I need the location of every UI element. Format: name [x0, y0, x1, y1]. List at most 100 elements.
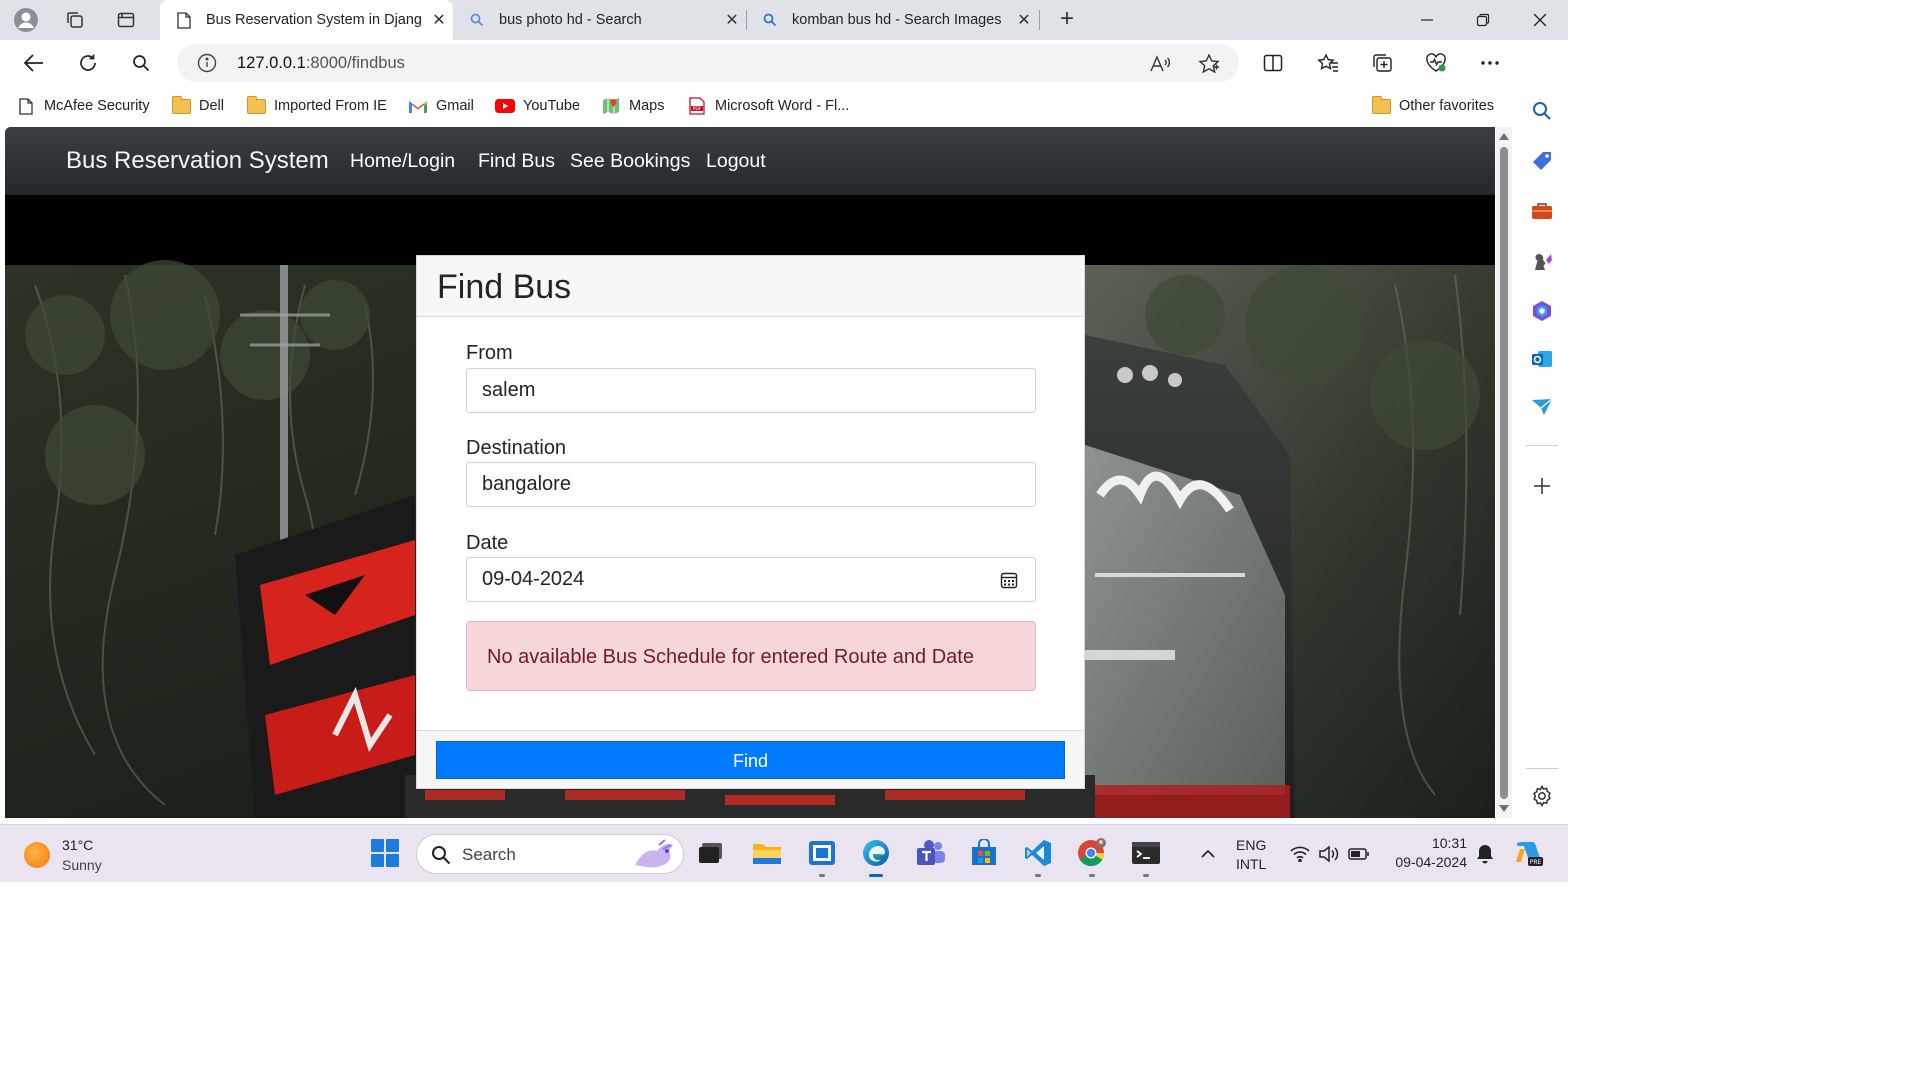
browser-essentials-icon[interactable]: [1420, 47, 1452, 79]
site-brand[interactable]: Bus Reservation System: [66, 147, 329, 175]
favorite-label: Microsoft Word - Fl...: [715, 98, 850, 114]
destination-input[interactable]: bangalore: [466, 462, 1036, 507]
search-icon: [431, 845, 451, 865]
close-tab-icon[interactable]: ✕: [1010, 10, 1038, 30]
start-icon[interactable]: [369, 837, 401, 869]
scrollbar-thumb[interactable]: [1500, 147, 1508, 799]
back-icon[interactable]: [18, 47, 50, 79]
copilot-preview-icon[interactable]: PRE: [1514, 839, 1544, 869]
taskbar-search-box[interactable]: Search: [416, 834, 684, 874]
destination-label: Destination: [466, 437, 567, 459]
wifi-icon[interactable]: [1289, 843, 1311, 865]
scroll-up-icon[interactable]: [1499, 133, 1509, 140]
sun-icon: [24, 842, 50, 868]
profile-icon[interactable]: [10, 4, 42, 36]
edge-sidebar: [1516, 40, 1568, 824]
favorite-microsoft-word[interactable]: PDF Microsoft Word - Fl...: [687, 94, 849, 118]
file-explorer-icon[interactable]: [751, 837, 783, 869]
address-bar[interactable]: 127.0.0.1:8000/findbus: [177, 44, 1239, 82]
page-scrollbar[interactable]: [1496, 127, 1512, 818]
microsoft-365-icon[interactable]: [1528, 297, 1556, 325]
battery-icon[interactable]: [1348, 843, 1370, 865]
read-aloud-icon[interactable]: [1148, 52, 1172, 76]
nav-link-logout[interactable]: Logout: [706, 150, 766, 173]
favorite-maps[interactable]: Maps: [601, 94, 664, 118]
folder-icon: [171, 95, 191, 115]
tab-actions-icon[interactable]: [110, 4, 142, 36]
site-info-icon[interactable]: [197, 53, 217, 73]
temperature: 31°C: [62, 837, 94, 853]
search-icon[interactable]: [1528, 97, 1556, 125]
find-bus-card: Find Bus From salem Destination bangalor…: [416, 255, 1085, 789]
url-path: :8000/findbus: [305, 54, 405, 72]
vscode-icon[interactable]: [1022, 837, 1054, 877]
favorite-gmail[interactable]: Gmail: [408, 94, 474, 118]
browser-toolbar: 127.0.0.1:8000/findbus: [0, 40, 1568, 86]
refresh-icon[interactable]: [72, 47, 104, 79]
edge-browser-icon[interactable]: [860, 837, 892, 877]
workspaces-icon[interactable]: [59, 4, 91, 36]
favorite-youtube[interactable]: YouTube: [495, 94, 580, 118]
favorite-imported-from-ie[interactable]: Imported From IE: [246, 94, 387, 118]
sidebar-divider: [1526, 445, 1558, 446]
favorite-mcafee[interactable]: McAfee Security: [16, 94, 150, 118]
favorite-label: Gmail: [436, 98, 474, 114]
task-view-icon[interactable]: [695, 837, 727, 869]
language-indicator[interactable]: ENG INTL: [1236, 836, 1266, 874]
favorite-star-icon[interactable]: [1197, 52, 1221, 76]
chrome-icon[interactable]: [1076, 837, 1108, 877]
volume-icon[interactable]: [1318, 843, 1340, 865]
card-header: Find Bus: [417, 256, 1084, 317]
favorite-dell[interactable]: Dell: [171, 94, 224, 118]
search-icon: [469, 12, 485, 28]
maps-icon: [601, 97, 621, 115]
other-favorites[interactable]: Other favorites: [1371, 94, 1494, 118]
page-icon: [16, 97, 36, 115]
minimize-icon[interactable]: [1399, 0, 1455, 40]
games-icon[interactable]: [1528, 247, 1556, 275]
tab-komban-bus-search[interactable]: komban bus hd - Search Images ✕: [746, 0, 1038, 40]
new-tab-button[interactable]: +: [1052, 5, 1082, 35]
tools-briefcase-icon[interactable]: [1528, 197, 1556, 225]
date-input[interactable]: 09-04-2024: [466, 557, 1036, 602]
add-sidebar-app-icon[interactable]: [1528, 472, 1556, 500]
scroll-down-icon[interactable]: [1499, 805, 1509, 812]
nav-link-find-bus[interactable]: Find Bus: [478, 150, 555, 173]
clock[interactable]: 10:31 09-04-2024: [1389, 834, 1467, 872]
from-input[interactable]: salem: [466, 368, 1036, 413]
date-value: 09-04-2024: [482, 568, 585, 590]
calendar-icon[interactable]: [1000, 571, 1018, 589]
sidebar-settings-icon[interactable]: [1528, 782, 1556, 810]
close-tab-icon[interactable]: ✕: [425, 10, 453, 30]
tab-bus-photo-search[interactable]: bus photo hd - Search ✕: [453, 0, 746, 40]
restore-icon[interactable]: [1455, 0, 1511, 40]
terminal-icon[interactable]: [1130, 837, 1162, 877]
find-button[interactable]: Find: [436, 741, 1065, 779]
weather-widget[interactable]: 31°C Sunny: [24, 835, 102, 875]
tab-separator: [1039, 10, 1040, 30]
nav-link-see-bookings[interactable]: See Bookings: [570, 150, 690, 173]
favorites-icon[interactable]: [1312, 47, 1344, 79]
date-label: Date: [466, 532, 509, 554]
favorites-bar: McAfee Security Dell Imported From IE Gm…: [0, 86, 1516, 126]
teams-icon[interactable]: [915, 837, 947, 869]
other-favorites-label: Other favorites: [1399, 98, 1495, 114]
nav-link-home-login[interactable]: Home/Login: [350, 150, 455, 173]
split-screen-icon[interactable]: [1257, 47, 1289, 79]
close-tab-icon[interactable]: ✕: [718, 10, 746, 30]
microsoft-store-icon[interactable]: [968, 837, 1000, 869]
clock-time: 10:31: [1431, 835, 1467, 851]
tab-bus-reservation[interactable]: Bus Reservation System in Djang ✕: [160, 0, 453, 40]
folder-icon: [1371, 95, 1391, 115]
show-hidden-icons-chevron-icon[interactable]: [1197, 843, 1219, 865]
collections-icon[interactable]: [1366, 47, 1398, 79]
search-icon[interactable]: [125, 47, 157, 79]
more-options-icon[interactable]: [1474, 47, 1506, 79]
notifications-bell-icon[interactable]: [1474, 843, 1496, 865]
outlook-icon[interactable]: [1528, 345, 1556, 373]
store-window-icon[interactable]: [806, 837, 838, 877]
shopping-tag-icon[interactable]: [1528, 147, 1556, 175]
send-drop-icon[interactable]: [1528, 393, 1556, 421]
close-window-icon[interactable]: [1512, 0, 1568, 40]
favorite-label: Maps: [629, 98, 665, 114]
